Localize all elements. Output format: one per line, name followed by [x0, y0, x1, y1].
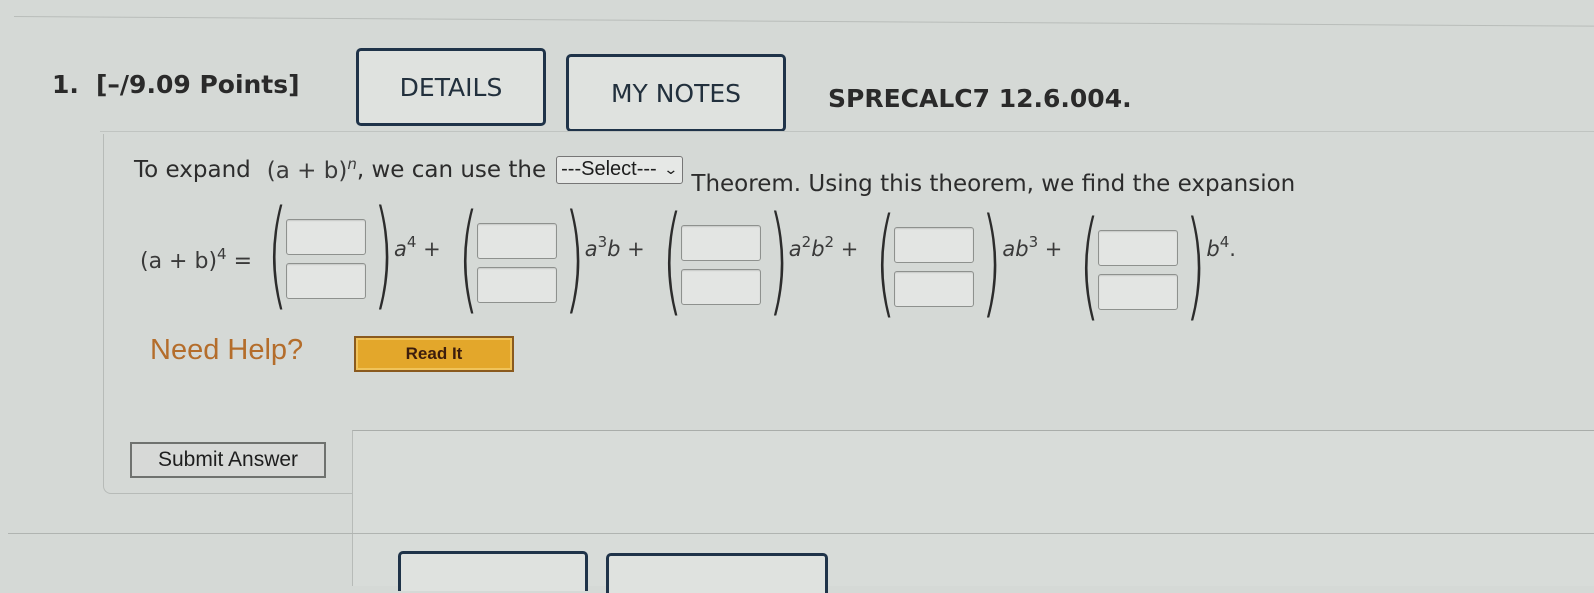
term-exp: 3 — [1028, 233, 1039, 251]
binomial-coefficient-2: ( ) — [451, 198, 585, 322]
term-suffix: + — [834, 237, 859, 261]
need-help-label: Need Help? — [150, 334, 304, 366]
term-5: b4. — [1206, 233, 1236, 261]
term-1: a4 + — [394, 233, 441, 261]
term-4: ab3 + — [1002, 233, 1062, 261]
term-var: b — [1206, 237, 1220, 261]
term-exp: 4 — [1219, 233, 1230, 251]
term-3: a2b2 + — [789, 233, 859, 261]
term-var: a — [788, 237, 802, 261]
top-divider — [13, 16, 1594, 27]
next-question-divider — [8, 533, 1594, 534]
coefficient-fraction — [1098, 230, 1179, 310]
theorem-select-value: ---Select--- — [561, 158, 657, 180]
term-var: ab — [1002, 237, 1029, 261]
next-my-notes-button[interactable] — [606, 553, 828, 593]
right-paren: ) — [373, 184, 394, 322]
next-details-button[interactable] — [398, 551, 588, 591]
my-notes-button[interactable]: MY NOTES — [566, 54, 786, 132]
term-exp2: 2 — [824, 233, 835, 251]
term-suffix: + — [620, 237, 645, 261]
question-code: SPRECALC7 12.6.004. — [828, 84, 1132, 113]
theorem-select[interactable]: ---Select--- ⌄ — [556, 155, 684, 184]
details-button[interactable]: DETAILS — [356, 48, 546, 126]
lhs-base: (a + b) — [140, 248, 218, 274]
read-it-button[interactable]: Read It — [354, 336, 514, 372]
numerator-input-1[interactable] — [286, 219, 367, 255]
question-points: [–/9.09 Points] — [96, 70, 300, 99]
term-suffix: + — [416, 237, 441, 261]
denominator-input-4[interactable] — [894, 271, 975, 307]
term-suffix: . — [1229, 237, 1236, 261]
denominator-input-5[interactable] — [1098, 274, 1179, 310]
chevron-down-icon: ⌄ — [662, 161, 679, 177]
term-var2: b — [811, 237, 825, 261]
binomial-coefficient-5: ( ) — [1072, 205, 1207, 329]
coefficient-fraction — [894, 227, 975, 307]
coefficient-fraction — [680, 225, 761, 305]
left-paren: ( — [661, 190, 683, 328]
coefficient-fraction — [476, 223, 557, 303]
binomial-coefficient-1: ( ) — [260, 194, 394, 318]
numerator-input-3[interactable] — [680, 225, 761, 261]
header-divider — [100, 131, 1594, 132]
left-paren: ( — [1079, 195, 1101, 333]
numerator-input-2[interactable] — [476, 223, 557, 259]
term-2: a3b + — [585, 233, 645, 261]
question-number: 1. — [52, 70, 79, 99]
term-suffix: + — [1038, 237, 1063, 261]
expansion-lhs: (a + b)4 = — [140, 245, 252, 274]
question-header: 1. [–/9.09 Points] DETAILS MY NOTES SPRE… — [0, 48, 1594, 133]
denominator-input-1[interactable] — [286, 263, 367, 299]
left-paren: ( — [267, 184, 288, 322]
lhs-exponent: 4 — [217, 244, 227, 263]
left-paren: ( — [457, 188, 479, 326]
question-prompt: To expand (a + b)n , we can use the ---S… — [134, 155, 1295, 197]
prompt-math-exponent: n — [347, 155, 357, 173]
binomial-coefficient-4: ( ) — [868, 202, 1003, 326]
term-exp: 2 — [801, 233, 812, 251]
denominator-input-2[interactable] — [476, 267, 557, 303]
right-paren: ) — [767, 190, 789, 328]
numerator-input-4[interactable] — [894, 227, 975, 263]
left-paren: ( — [875, 192, 897, 330]
prompt-text-before: To expand — [134, 156, 251, 183]
term-var2: b — [607, 237, 621, 261]
term-var: a — [394, 237, 407, 261]
numerator-input-5[interactable] — [1098, 230, 1179, 266]
binomial-expansion: (a + b)4 = ( ) a4 + ( ) a3b + ( ) a2b2 +… — [140, 194, 1246, 323]
prompt-text-after-math: , we can use the — [356, 156, 547, 183]
right-paren: ) — [563, 188, 585, 326]
right-paren: ) — [981, 192, 1003, 330]
binomial-coefficient-3: ( ) — [655, 200, 789, 324]
equals-sign: = — [233, 248, 253, 274]
coefficient-fraction — [286, 219, 367, 299]
submit-answer-button[interactable]: Submit Answer — [130, 442, 326, 478]
denominator-input-3[interactable] — [680, 269, 761, 305]
prompt-math-base: (a + b) — [266, 158, 348, 184]
term-exp: 3 — [597, 233, 608, 251]
prompt-math: (a + b)n — [267, 155, 357, 184]
term-var: a — [584, 237, 598, 261]
right-paren: ) — [1185, 195, 1207, 333]
